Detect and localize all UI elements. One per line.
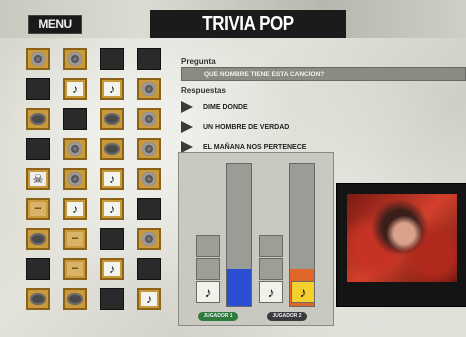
game-screen: MENU TRIVIA POP ♪ ♪ ☠ ♪ ▪▪▪ ♪ ♪ ▪▪▪ ▪▪▪ ♪ ♪ Pregun…	[0, 0, 466, 337]
arrow-right-icon	[181, 121, 193, 133]
music-note-icon: ♪	[67, 82, 83, 96]
game-title: TRIVIA POP	[176, 12, 320, 36]
category-tile[interactable]	[26, 108, 50, 130]
disc-icon	[68, 142, 82, 156]
label-icon: ▪▪▪	[67, 262, 83, 276]
category-tile[interactable]: ▪▪▪	[63, 258, 87, 280]
category-tile[interactable]	[137, 258, 161, 280]
music-note-icon: ♪	[104, 202, 120, 216]
video-frame	[336, 183, 466, 307]
category-tile[interactable]	[26, 138, 50, 160]
score-block	[196, 235, 220, 257]
category-tile[interactable]	[26, 228, 50, 250]
category-tile[interactable]	[63, 48, 87, 70]
category-tile[interactable]	[137, 108, 161, 130]
category-tile[interactable]	[100, 228, 124, 250]
player-1-label: JUGADOR 1	[198, 312, 238, 321]
music-note-icon: ♪	[104, 262, 120, 276]
music-note-icon: ♪	[291, 281, 315, 303]
answer-text: UN HOMBRE DE VERDAD	[203, 123, 290, 131]
category-tile[interactable]: ▪▪▪	[63, 228, 87, 250]
category-tile[interactable]: ♪	[100, 198, 124, 220]
category-tile[interactable]	[63, 138, 87, 160]
disc-icon	[68, 172, 82, 186]
eye-icon	[30, 113, 46, 125]
question-label: Pregunta	[181, 57, 216, 66]
category-tile[interactable]: ▪▪▪	[26, 198, 50, 220]
category-tile[interactable]: ♪	[63, 78, 87, 100]
player-1-meter	[226, 163, 252, 307]
label-icon: ▪▪▪	[67, 232, 83, 246]
disc-icon	[142, 142, 156, 156]
music-note-icon: ♪	[259, 281, 283, 303]
category-tile[interactable]	[63, 168, 87, 190]
category-tile[interactable]: ♪	[100, 258, 124, 280]
music-note-icon: ♪	[196, 281, 220, 303]
category-tile[interactable]	[137, 138, 161, 160]
music-note-icon: ♪	[67, 202, 83, 216]
category-tile[interactable]	[100, 108, 124, 130]
eye-icon	[30, 233, 46, 245]
player-1-meter-fill	[227, 269, 251, 306]
score-block	[196, 258, 220, 280]
menu-button[interactable]: MENU	[28, 15, 82, 34]
music-note-icon: ♪	[141, 292, 157, 306]
category-tile[interactable]	[26, 48, 50, 70]
eye-icon	[67, 293, 83, 305]
category-tile[interactable]	[26, 78, 50, 100]
answer-option-2[interactable]: UN HOMBRE DE VERDAD	[181, 120, 289, 134]
eye-icon	[104, 143, 120, 155]
category-tile[interactable]	[137, 78, 161, 100]
question-box: QUE NOMBRE TIENE ESTA CANCION?	[181, 67, 466, 81]
category-tile[interactable]	[100, 288, 124, 310]
category-tile[interactable]: ♪	[63, 198, 87, 220]
category-tile[interactable]	[26, 258, 50, 280]
category-tile[interactable]	[26, 288, 50, 310]
answer-option-1[interactable]: DIME DONDE	[181, 100, 248, 114]
score-panel: ♪ ♪ ♪ JUGADOR 1 JUGADOR 2	[178, 152, 334, 326]
eye-icon	[30, 293, 46, 305]
category-tile[interactable]	[137, 48, 161, 70]
disc-icon	[31, 52, 45, 66]
arrow-right-icon	[181, 101, 193, 113]
answers-label: Respuestas	[181, 86, 226, 95]
music-video-image	[347, 194, 457, 282]
disc-icon	[142, 172, 156, 186]
music-note-icon: ♪	[104, 172, 120, 186]
label-icon: ▪▪▪	[30, 202, 46, 216]
category-tile[interactable]	[100, 138, 124, 160]
category-tile[interactable]: ♪	[100, 168, 124, 190]
category-tile[interactable]	[137, 198, 161, 220]
category-tile[interactable]	[63, 108, 87, 130]
category-tile[interactable]	[137, 228, 161, 250]
skull-icon: ☠	[30, 172, 46, 186]
disc-icon	[142, 112, 156, 126]
music-note-icon: ♪	[104, 82, 120, 96]
disc-icon	[142, 232, 156, 246]
category-tile[interactable]: ♪	[100, 78, 124, 100]
answer-text: DIME DONDE	[203, 103, 248, 111]
answer-text: EL MAÑANA NOS PERTENECE	[203, 143, 307, 151]
player-2-label: JUGADOR 2	[267, 312, 307, 321]
disc-icon	[68, 52, 82, 66]
disc-icon	[142, 82, 156, 96]
category-tile[interactable]	[137, 168, 161, 190]
category-tile[interactable]	[63, 288, 87, 310]
eye-icon	[104, 113, 120, 125]
score-block	[259, 235, 283, 257]
category-tile[interactable]: ☠	[26, 168, 50, 190]
category-tile[interactable]	[100, 48, 124, 70]
category-tile[interactable]: ♪	[137, 288, 161, 310]
score-block	[259, 258, 283, 280]
